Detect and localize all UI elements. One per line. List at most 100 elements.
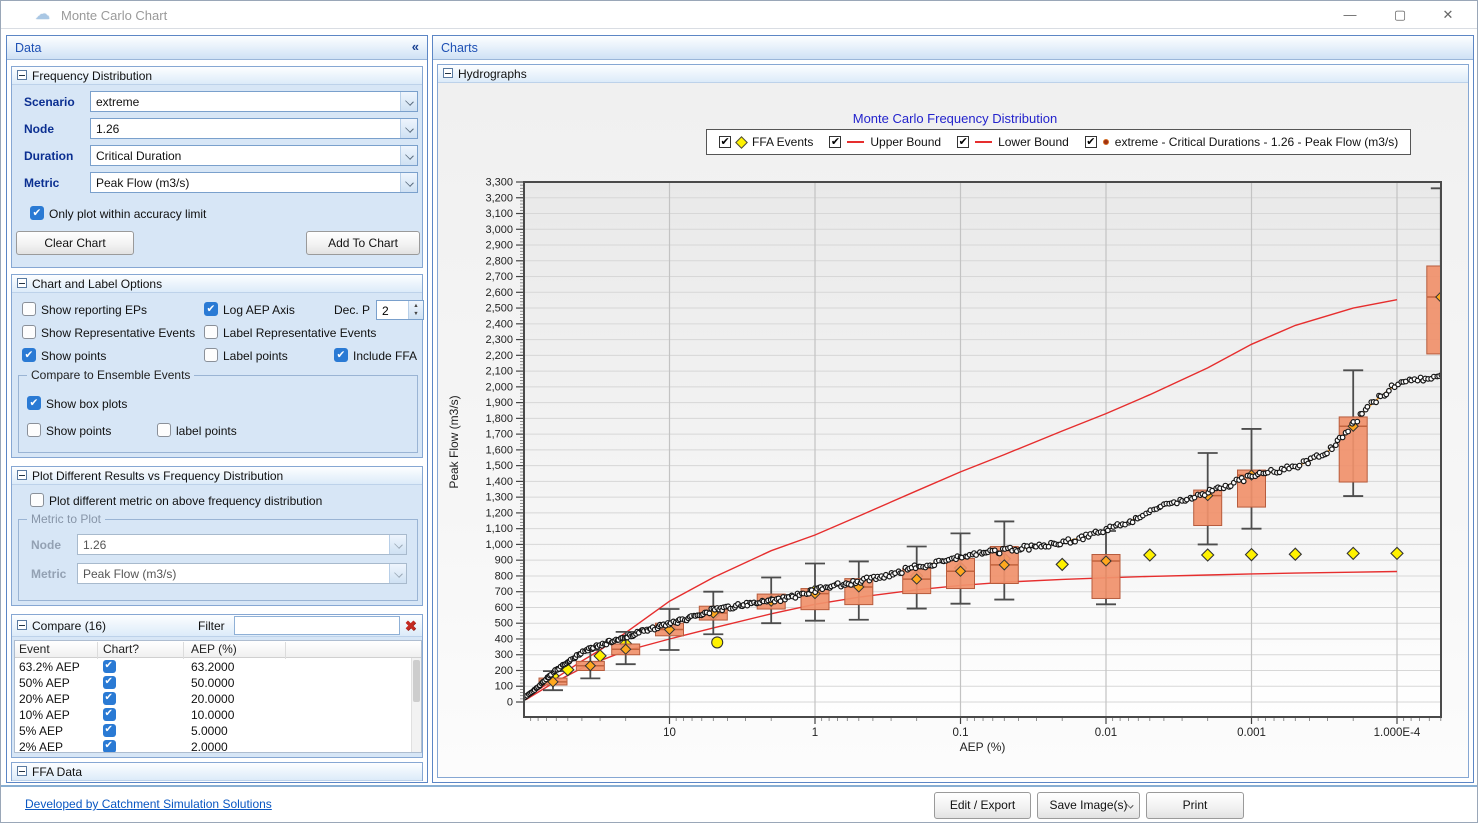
clear-filter-icon[interactable]: ✖	[404, 617, 417, 635]
plot-different-metric-checkbox[interactable]	[30, 493, 44, 507]
metric-select-disabled[interactable]: Peak Flow (m3/s)	[77, 563, 407, 584]
minimize-button[interactable]: —	[1335, 5, 1365, 25]
compare-table-header: Event Chart? AEP (%)	[15, 641, 421, 658]
ensemble-show-points-checkbox[interactable]	[27, 423, 41, 437]
legend-checkbox[interactable]	[829, 136, 841, 148]
svg-text:100: 100	[495, 681, 513, 693]
collapse-section-icon[interactable]	[17, 70, 27, 80]
collapse-section-icon[interactable]	[17, 620, 27, 630]
accuracy-limit-checkbox[interactable]	[30, 206, 44, 220]
svg-text:600: 600	[495, 602, 513, 614]
chevron-down-icon[interactable]	[400, 146, 417, 165]
chevron-down-icon[interactable]	[389, 564, 406, 583]
section-title: Compare (16)	[32, 619, 106, 633]
credit-link[interactable]: Developed by Catchment Simulation Soluti…	[25, 797, 272, 811]
collapse-section-icon[interactable]	[17, 278, 27, 288]
diamond-marker-icon	[735, 136, 748, 149]
column-header-chart[interactable]: Chart?	[103, 642, 139, 656]
scenario-select[interactable]: extreme	[90, 91, 418, 112]
show-representative-events-checkbox[interactable]	[22, 325, 36, 339]
collapse-section-icon[interactable]	[443, 68, 453, 78]
collapse-panel-button[interactable]: «	[412, 39, 419, 54]
table-row[interactable]: 10% AEP10.0000	[15, 707, 411, 723]
chart-canvas[interactable]: 01002003004005006007008009001,0001,1001,…	[438, 83, 1468, 777]
line-marker-icon	[975, 141, 992, 144]
frequency-distribution-header[interactable]: Frequency Distribution	[12, 67, 422, 85]
clear-chart-button[interactable]: Clear Chart	[16, 231, 134, 255]
chart-checkbox[interactable]	[103, 676, 116, 689]
svg-text:1,200: 1,200	[485, 507, 513, 519]
svg-text:0: 0	[507, 697, 513, 709]
filter-input[interactable]	[234, 616, 400, 635]
chevron-down-icon[interactable]	[389, 535, 406, 554]
dec-p-spinner[interactable]: 2 ▲▼	[376, 300, 424, 320]
svg-text:10: 10	[663, 727, 676, 739]
svg-text:400: 400	[495, 633, 513, 645]
svg-text:900: 900	[495, 555, 513, 567]
legend-checkbox[interactable]	[1085, 136, 1097, 148]
legend-checkbox[interactable]	[719, 136, 731, 148]
chart-checkbox[interactable]	[103, 708, 116, 721]
label-points-checkbox[interactable]	[204, 348, 218, 362]
chart-legend: FFA EventsUpper BoundLower Boundextreme …	[706, 129, 1411, 155]
charts-panel-title: Charts	[441, 41, 478, 55]
section-title: Plot Different Results vs Frequency Dist…	[32, 469, 283, 483]
table-row[interactable]: 20% AEP20.0000	[15, 691, 411, 707]
checkbox-label: Label Representative Events	[223, 326, 376, 340]
print-button[interactable]: Print	[1146, 792, 1244, 819]
chevron-down-icon[interactable]	[400, 92, 417, 111]
scenario-label: Scenario	[24, 95, 75, 109]
chevron-down-icon[interactable]	[400, 119, 417, 138]
table-row[interactable]: 50% AEP50.0000	[15, 675, 411, 691]
section-title: Chart and Label Options	[32, 277, 162, 291]
chevron-down-icon[interactable]	[400, 173, 417, 192]
collapse-section-icon[interactable]	[17, 470, 27, 480]
chart-checkbox[interactable]	[103, 724, 116, 737]
hydrographs-header[interactable]: Hydrographs	[438, 65, 1468, 83]
table-row[interactable]: 63.2% AEP63.2000	[15, 659, 411, 675]
show-box-plots-checkbox[interactable]	[27, 396, 41, 410]
legend-checkbox[interactable]	[957, 136, 969, 148]
compare-header[interactable]: Compare (16) Filter ✖	[12, 615, 422, 637]
include-ffa-checkbox[interactable]	[334, 348, 348, 362]
save-images-button[interactable]: Save Image(s)	[1037, 792, 1140, 819]
edit-export-button[interactable]: Edit / Export	[934, 792, 1031, 819]
chart-checkbox[interactable]	[103, 740, 116, 753]
scrollbar-thumb[interactable]	[413, 660, 420, 702]
filter-label: Filter	[198, 619, 225, 633]
chart-checkbox[interactable]	[103, 692, 116, 705]
label-representative-events-checkbox[interactable]	[204, 325, 218, 339]
add-to-chart-button[interactable]: Add To Chart	[306, 231, 420, 255]
spinner-down-icon[interactable]: ▼	[409, 311, 423, 317]
column-header-event[interactable]: Event	[19, 642, 50, 656]
plot-different-results-header[interactable]: Plot Different Results vs Frequency Dist…	[12, 467, 422, 485]
metric-select[interactable]: Peak Flow (m3/s)	[90, 172, 418, 193]
node-select[interactable]: 1.26	[90, 118, 418, 139]
node-select-disabled[interactable]: 1.26	[77, 534, 407, 555]
svg-text:1,600: 1,600	[485, 444, 513, 456]
svg-text:0.001: 0.001	[1237, 727, 1266, 739]
column-header-aep[interactable]: AEP (%)	[191, 642, 237, 656]
compare-table[interactable]: Event Chart? AEP (%) 63.2% AEP63.200050%…	[14, 640, 422, 753]
close-button[interactable]: ✕	[1433, 5, 1463, 25]
app-cloud-icon: ☁	[35, 5, 50, 23]
ffa-data-header[interactable]: FFA Data	[12, 763, 422, 781]
ensemble-label-points-checkbox[interactable]	[157, 423, 171, 437]
spinner-up-icon[interactable]: ▲	[409, 303, 423, 309]
metric-value: Peak Flow (m3/s)	[83, 567, 176, 581]
charts-panel-header: Charts	[433, 36, 1473, 60]
event-cell: 63.2% AEP	[19, 660, 80, 674]
table-row[interactable]: 2% AEP2.0000	[15, 739, 411, 753]
table-row[interactable]: 5% AEP5.0000	[15, 723, 411, 739]
table-scrollbar[interactable]	[411, 658, 421, 752]
log-aep-axis-checkbox[interactable]	[204, 302, 218, 316]
collapse-section-icon[interactable]	[17, 766, 27, 776]
show-points-checkbox[interactable]	[22, 348, 36, 362]
aep-cell: 2.0000	[191, 740, 228, 754]
chart-checkbox[interactable]	[103, 660, 116, 673]
maximize-button[interactable]: ▢	[1385, 5, 1415, 25]
duration-select[interactable]: Critical Duration	[90, 145, 418, 166]
chart-label-options-header[interactable]: Chart and Label Options	[12, 275, 422, 293]
show-reporting-eps-checkbox[interactable]	[22, 302, 36, 316]
dec-p-label: Dec. P	[334, 303, 370, 317]
